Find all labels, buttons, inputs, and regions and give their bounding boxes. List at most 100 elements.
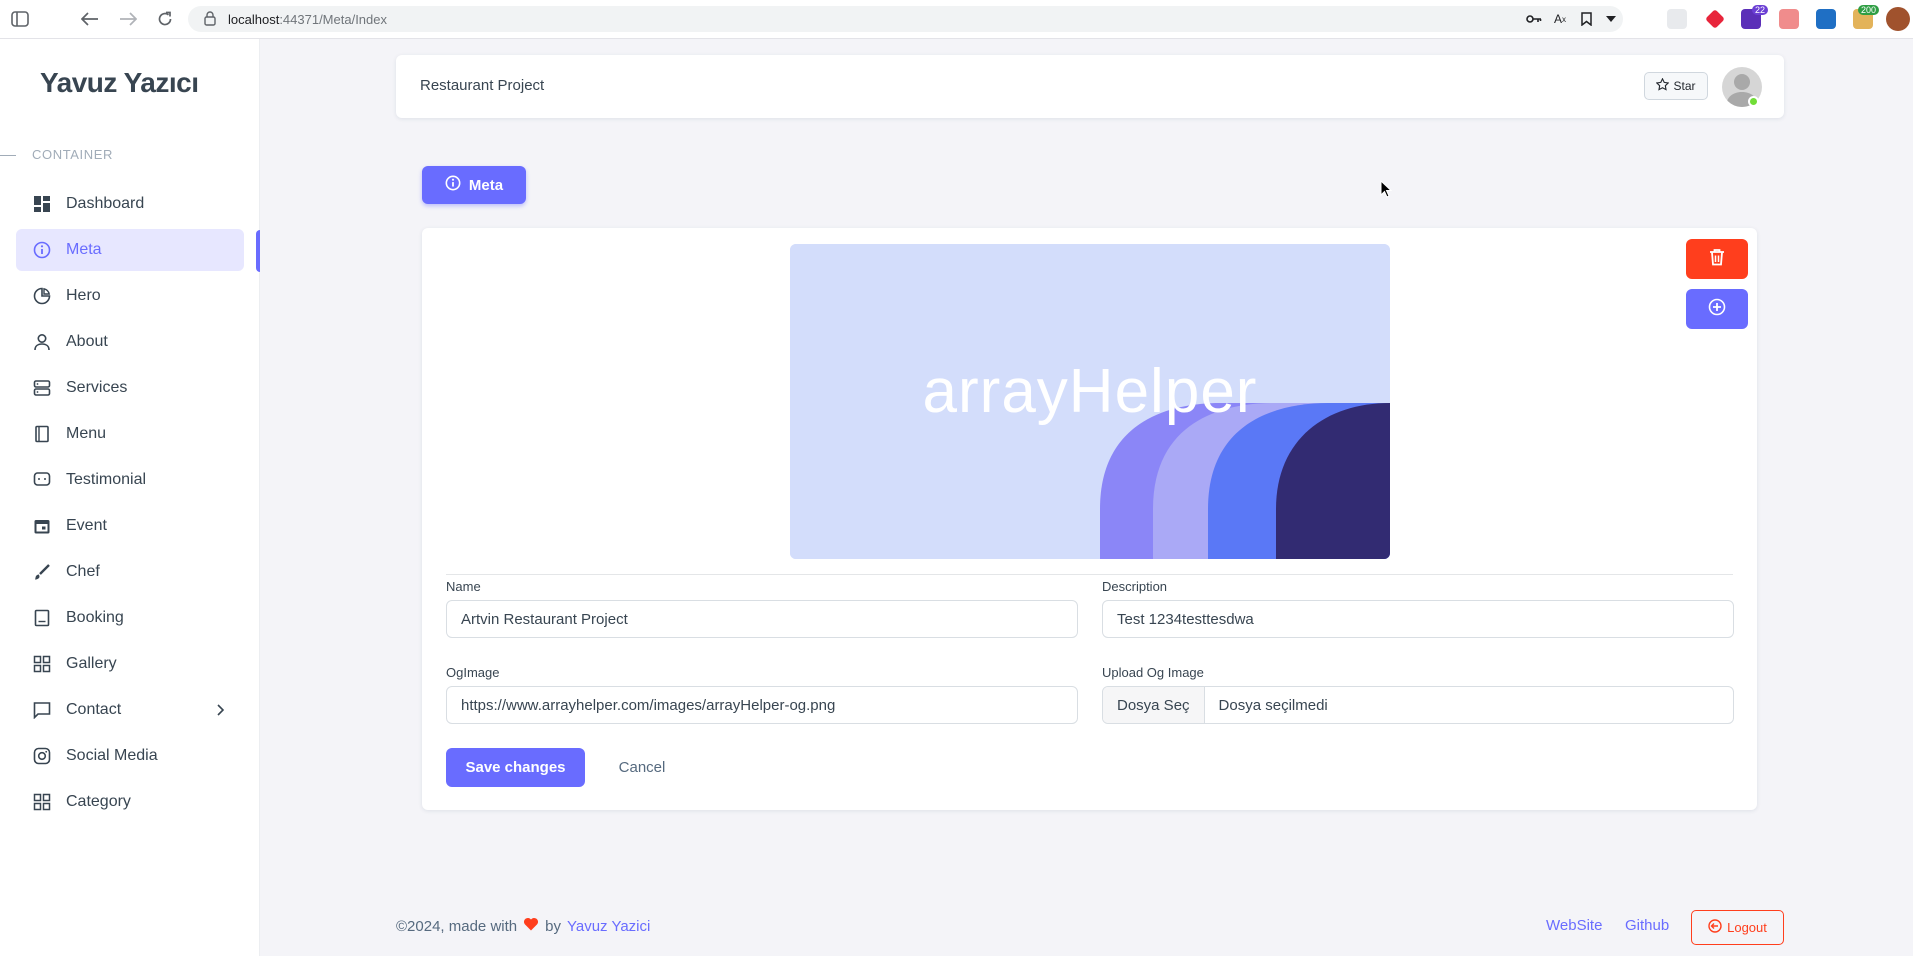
sidebar-item-label: Category [66,793,131,810]
logout-button[interactable]: Logout [1691,910,1784,945]
upload-og-image-label: Upload Og Image [1102,665,1204,680]
pie-chart-icon [32,286,52,306]
bookmark-icon[interactable] [1576,9,1596,29]
info-icon [32,240,52,260]
author-link[interactable]: Yavuz Yazici [567,918,650,935]
sidebar-item-gallery[interactable]: Gallery [16,643,244,685]
back-icon[interactable] [80,9,100,29]
sidebar-item-contact[interactable]: Contact [16,689,244,731]
instagram-icon [32,746,52,766]
og-image-preview: arrayHelper [790,244,1390,559]
sidebar-item-category[interactable]: Category [16,781,244,823]
sidebar-item-booking[interactable]: Booking [16,597,244,639]
sidebar-item-label: About [66,333,108,350]
sidebar-item-label: Hero [66,287,101,304]
meta-form-card: arrayHelper Name Artvin Restaurant Proje… [422,228,1757,810]
name-input[interactable]: Artvin Restaurant Project [446,600,1078,638]
sidebar-section-header: CONTAINER [32,147,113,162]
sidebar-item-event[interactable]: Event [16,505,244,547]
brush-icon [32,562,52,582]
save-changes-button[interactable]: Save changes [446,748,585,787]
og-image-caption: arrayHelper [922,357,1258,426]
star-icon [1656,77,1670,94]
trash-icon [1709,248,1725,271]
logout-label: Logout [1727,920,1767,935]
red-extension-icon[interactable] [1705,9,1725,29]
online-status-dot [1748,96,1759,107]
sidebar-item-testimonial[interactable]: Testimonial [16,459,244,501]
sidebar-item-meta[interactable]: Meta [16,229,244,271]
mouse-cursor-icon [1380,179,1393,203]
add-button[interactable] [1686,289,1748,329]
sidebar-item-label: Booking [66,609,124,626]
description-label: Description [1102,579,1168,594]
website-link[interactable]: WebSite [1546,917,1602,934]
footer-copyright: ©2024, made with by Yavuz Yazici [396,917,650,935]
description-input[interactable]: Test 1234testtesdwa [1102,600,1734,638]
upload-og-image-input[interactable]: Dosya Seç Dosya seçilmedi [1102,686,1734,724]
section-divider [0,155,16,156]
choose-file-button[interactable]: Dosya Seç [1103,687,1205,723]
info-icon [445,175,461,195]
name-label: Name [446,579,481,594]
github-link[interactable]: Github [1625,917,1669,934]
sidebar-item-chef[interactable]: Chef [16,551,244,593]
calendar-icon [32,516,52,536]
sidebar-item-label: Social Media [66,747,158,764]
user-icon [32,332,52,352]
star-label: Star [1673,79,1696,93]
profile-avatar-icon[interactable] [1886,7,1910,31]
pink-extension-icon[interactable] [1779,9,1799,29]
github-star-button[interactable]: Star [1644,72,1708,100]
meta-button-label: Meta [468,176,504,194]
dropdown-arrow-icon[interactable] [1601,9,1621,29]
sidebar-item-social-media[interactable]: Social Media [16,735,244,777]
sidebar-item-label: Gallery [66,655,117,672]
sidebar-toggle-icon[interactable] [10,9,30,29]
translate-icon[interactable]: Ax [1550,9,1570,29]
url-path: :44371/Meta/Index [279,11,388,27]
address-bar[interactable]: localhost:44371/Meta/Index [188,6,1623,32]
qr-extension-icon[interactable] [1667,9,1687,29]
project-title: Restaurant Project [420,77,545,94]
sidebar-item-label: Dashboard [66,195,145,212]
sidebar-item-menu[interactable]: Menu [16,413,244,455]
grid-icon [32,792,52,812]
sidebar-item-hero[interactable]: Hero [16,275,244,317]
ogimage-input-value: https://www.arrayhelper.com/images/array… [461,696,836,714]
sidebar-item-label: Chef [66,563,100,580]
ogimage-label: OgImage [446,665,500,680]
top-navbar: Restaurant Project Star [396,55,1784,118]
server-icon [32,378,52,398]
sidebar-item-about[interactable]: About [16,321,244,363]
chevron-right-icon [212,702,228,718]
sidebar-item-label: Testimonial [66,471,147,488]
sidebar-item-services[interactable]: Services [16,367,244,409]
by-text: by [545,917,561,935]
sidebar-item-label: Contact [66,701,122,718]
plus-circle-icon [1708,298,1726,321]
active-indicator [256,230,260,272]
grid-icon [32,654,52,674]
extension-badge-200: 200 [1858,5,1880,15]
heart-icon [523,917,539,935]
logout-icon [1708,919,1722,936]
sidebar-item-label: Event [66,517,107,534]
sidebar-item-dashboard[interactable]: Dashboard [16,183,244,225]
dashboard-icon [32,194,52,214]
name-input-value: Artvin Restaurant Project [461,610,628,628]
forward-icon[interactable] [118,9,138,29]
message-icon [32,700,52,720]
copyright-text: ©2024, made with [396,917,518,935]
extension-badge: 22 [1752,5,1769,15]
delete-button[interactable] [1686,239,1748,279]
cancel-button[interactable]: Cancel [607,748,677,787]
key-icon[interactable] [1524,9,1544,29]
reload-icon[interactable] [155,9,175,29]
notebook-icon [32,608,52,628]
ogimage-input[interactable]: https://www.arrayhelper.com/images/array… [446,686,1078,724]
brand-logo-text[interactable]: Yavuz Yazıcı [40,67,199,99]
blue-extension-icon[interactable] [1816,9,1836,29]
book-icon [32,424,52,444]
meta-tab-button[interactable]: Meta [422,166,526,204]
